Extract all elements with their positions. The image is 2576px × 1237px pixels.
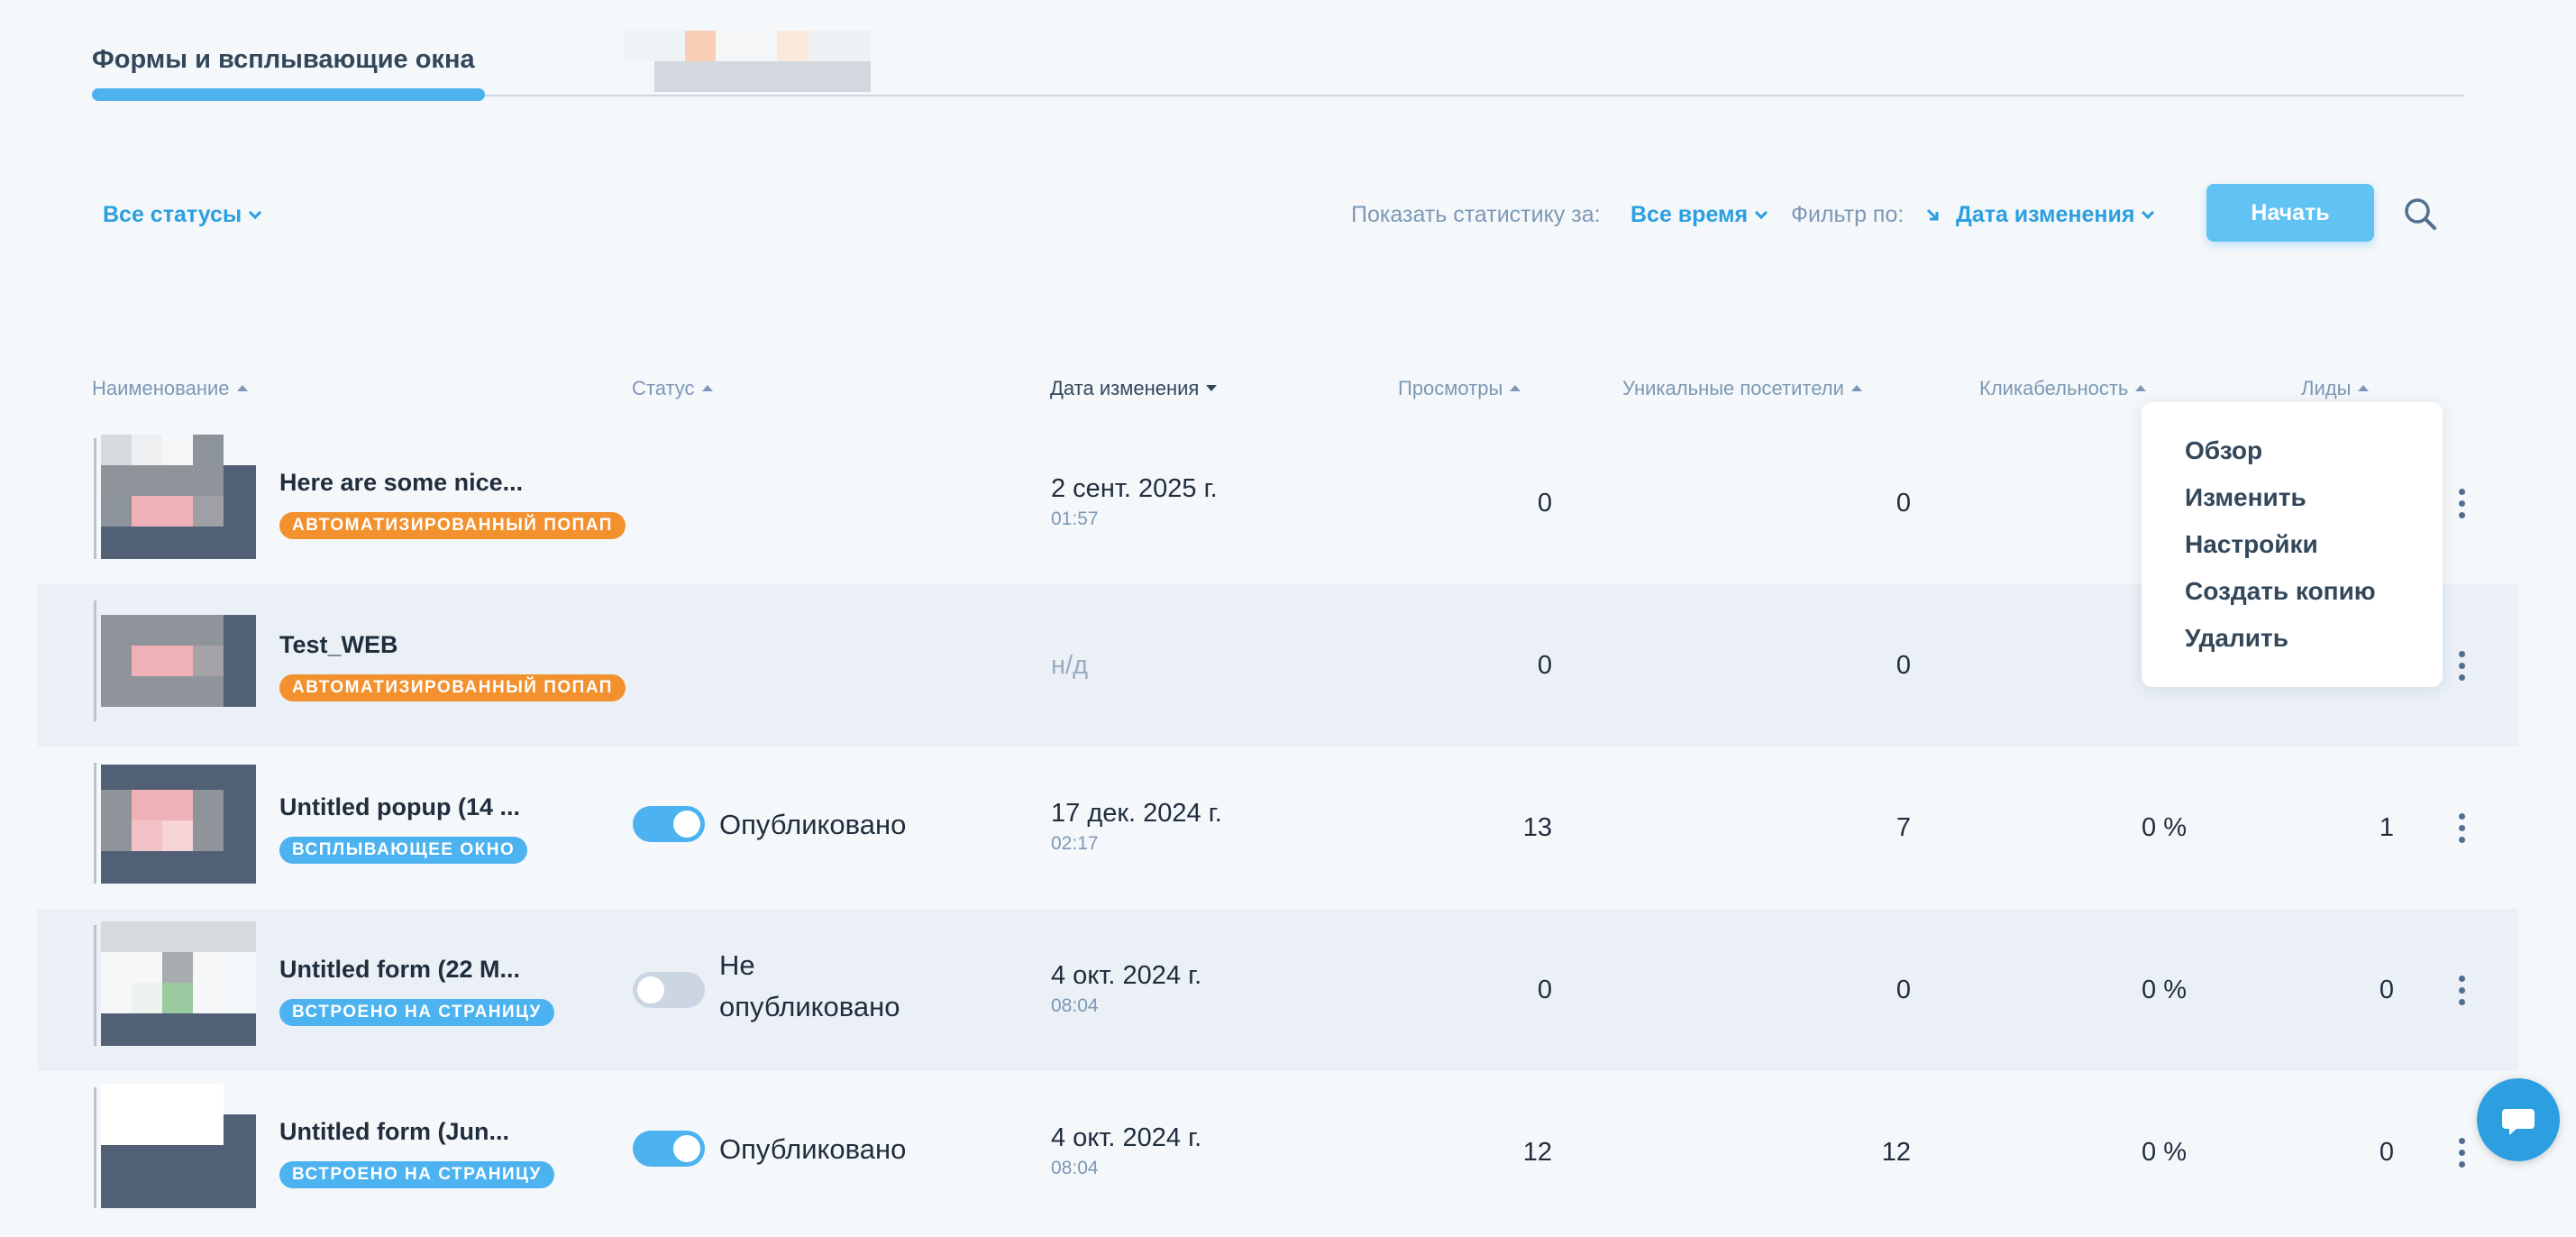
sort-asc-icon <box>2358 385 2370 391</box>
views-value: 0 <box>1537 651 1552 680</box>
type-badge: ВСТРОЕНО НА СТРАНИЦУ <box>279 999 554 1026</box>
menu-item-edit[interactable]: Изменить <box>2142 481 2443 528</box>
more-actions-icon[interactable] <box>2457 489 2466 521</box>
sort-asc-icon <box>701 385 713 391</box>
modified-time: 02:17 <box>1051 833 1099 854</box>
modified-date: 4 окт. 2024 г. <box>1051 961 1202 990</box>
form-thumbnail <box>101 615 256 707</box>
stats-label: Показать статистику за: <box>1351 202 1601 227</box>
unique-visitors-value: 0 <box>1895 651 1911 680</box>
modified-time: 08:04 <box>1051 1158 1099 1178</box>
column-leads[interactable]: Лиды <box>2301 377 2370 400</box>
publish-toggle[interactable] <box>633 806 705 842</box>
tab-active-indicator <box>92 88 485 101</box>
stats-period-dropdown[interactable]: Все время <box>1631 202 1768 228</box>
ctr-value: 0 % <box>2142 813 2187 842</box>
sort-asc-icon <box>1510 385 1521 391</box>
modified-time: 01:57 <box>1051 509 1099 529</box>
more-actions-icon[interactable] <box>2457 651 2466 683</box>
modified-time: 08:04 <box>1051 995 1099 1016</box>
tabs-bar: Формы и всплывающие окна <box>92 0 2464 101</box>
type-badge: ВСТРОЕНО НА СТРАНИЦУ <box>279 1161 554 1188</box>
type-badge: АВТОМАТИЗИРОВАННЫЙ ПОПАП <box>279 674 626 701</box>
form-name[interactable]: Test_WEB <box>279 631 398 659</box>
chevron-down-icon <box>1755 206 1768 220</box>
modified-date: 2 сент. 2025 г. <box>1051 474 1218 503</box>
filter-by-dropdown[interactable]: Дата изменения <box>1925 202 2155 228</box>
filter-label: Фильтр по: <box>1791 202 1905 227</box>
table-row[interactable]: Untitled popup (14 ... ВСПЛЫВАЮЩЕЕ ОКНО … <box>38 747 2518 909</box>
more-actions-icon[interactable] <box>2457 1138 2466 1170</box>
form-thumbnail <box>101 1084 256 1208</box>
more-actions-icon[interactable] <box>2457 813 2466 846</box>
stats-period-label: Все время <box>1631 202 1749 227</box>
table-row[interactable]: Untitled form (22 M... ВСТРОЕНО НА СТРАН… <box>38 909 2518 1071</box>
unique-visitors-value: 12 <box>1881 1138 1911 1167</box>
all-statuses-dropdown[interactable]: Все статусы <box>103 202 262 228</box>
sort-asc-icon <box>2135 385 2147 391</box>
leads-value: 0 <box>2379 1138 2394 1167</box>
menu-item-settings[interactable]: Настройки <box>2142 528 2443 575</box>
tab-redacted[interactable] <box>624 31 871 94</box>
publish-status: Опубликовано <box>719 1133 907 1165</box>
chevron-down-icon <box>2142 206 2155 220</box>
sort-desc-icon <box>1206 385 1218 391</box>
menu-item-duplicate[interactable]: Создать копию <box>2142 575 2443 622</box>
ctr-value: 0 % <box>2142 1138 2187 1167</box>
unique-visitors-value: 0 <box>1895 976 1911 1004</box>
sort-asc-icon <box>236 385 248 391</box>
column-views[interactable]: Просмотры <box>1398 377 1521 400</box>
form-thumbnail <box>101 435 256 559</box>
publish-toggle[interactable] <box>633 972 705 1008</box>
modified-date: 17 дек. 2024 г. <box>1051 799 1222 828</box>
column-ctr[interactable]: Кликабельность <box>1979 377 2147 400</box>
publish-status: Не опубликовано <box>719 949 900 1022</box>
views-value: 12 <box>1522 1138 1552 1167</box>
table-row[interactable]: Untitled form (Jun... ВСТРОЕНО НА СТРАНИ… <box>38 1071 2518 1226</box>
column-status[interactable]: Статус <box>632 377 713 400</box>
sort-asc-icon <box>1850 385 1862 391</box>
type-badge: АВТОМАТИЗИРОВАННЫЙ ПОПАП <box>279 512 626 539</box>
menu-item-overview[interactable]: Обзор <box>2142 435 2443 481</box>
filter-bar: Все статусы Показать статистику за: Все … <box>0 180 2576 252</box>
views-value: 0 <box>1537 489 1552 518</box>
sort-arrow-icon <box>1926 208 1939 221</box>
tab-forms-popups[interactable]: Формы и всплывающие окна <box>92 45 475 75</box>
form-name[interactable]: Untitled form (Jun... <box>279 1118 509 1146</box>
more-actions-icon[interactable] <box>2457 976 2466 1008</box>
search-icon[interactable] <box>2403 197 2437 231</box>
publish-status: Опубликовано <box>719 809 907 840</box>
form-thumbnail <box>101 759 256 884</box>
start-button[interactable]: Начать <box>2206 184 2374 242</box>
unique-visitors-value: 7 <box>1895 813 1911 842</box>
chat-icon <box>2502 1109 2535 1135</box>
menu-item-delete[interactable]: Удалить <box>2142 622 2443 669</box>
views-value: 0 <box>1537 976 1552 1004</box>
chat-button[interactable] <box>2477 1078 2560 1161</box>
leads-value: 0 <box>2379 976 2394 1004</box>
form-thumbnail <box>101 921 256 1046</box>
ctr-value: 0 % <box>2142 976 2187 1004</box>
unique-visitors-value: 0 <box>1895 489 1911 518</box>
modified-date: 4 окт. 2024 г. <box>1051 1123 1202 1152</box>
column-date[interactable]: Дата изменения <box>1050 377 1218 400</box>
form-name[interactable]: Untitled popup (14 ... <box>279 793 520 821</box>
form-name[interactable]: Untitled form (22 M... <box>279 956 520 984</box>
chevron-down-icon <box>249 206 262 220</box>
row-actions-menu: Обзор Изменить Настройки Создать копию У… <box>2142 402 2443 687</box>
views-value: 13 <box>1522 813 1552 842</box>
form-name[interactable]: Here are some nice... <box>279 469 523 497</box>
all-statuses-label: Все статусы <box>103 202 242 227</box>
leads-value: 1 <box>2379 813 2394 842</box>
column-name[interactable]: Наименование <box>92 377 248 400</box>
type-badge: ВСПЛЫВАЮЩЕЕ ОКНО <box>279 837 528 864</box>
publish-toggle[interactable] <box>633 1131 705 1167</box>
column-unique-visitors[interactable]: Уникальные посетители <box>1622 377 1862 400</box>
filter-by-label: Дата изменения <box>1956 202 2135 227</box>
modified-date: н/д <box>1051 651 1088 680</box>
